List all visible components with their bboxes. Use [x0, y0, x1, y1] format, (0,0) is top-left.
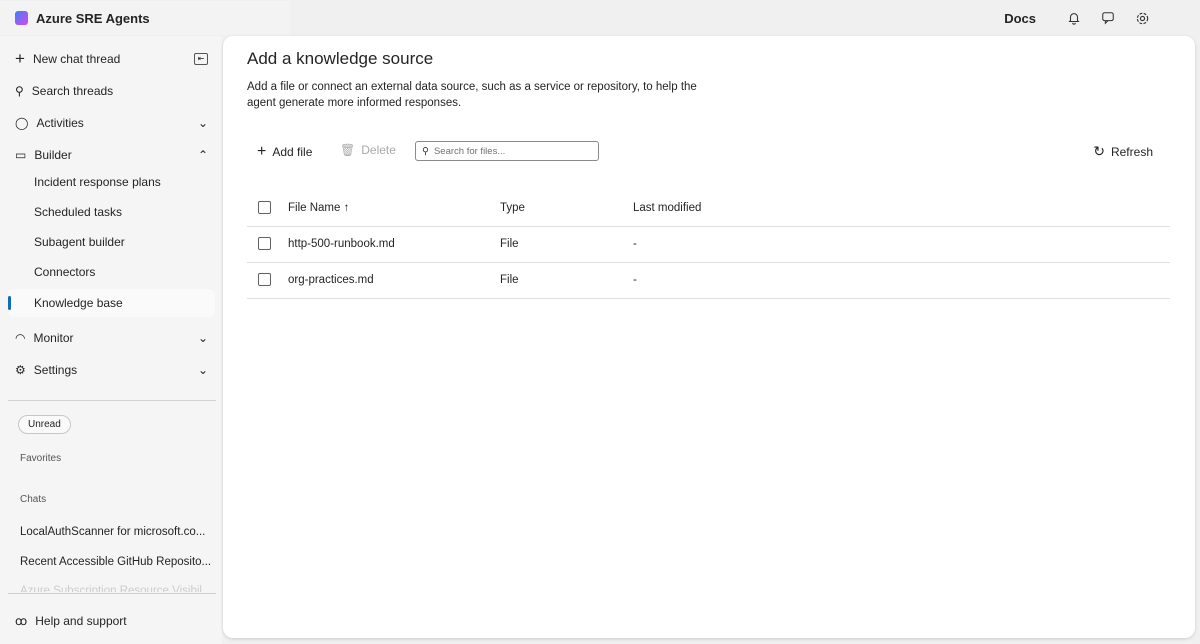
search-files-input[interactable]: ⚲Search for files... [415, 141, 599, 161]
plus-icon: + [15, 49, 25, 69]
sidebar-item-settings[interactable]: ⚙Settings⌄ [8, 355, 216, 385]
chat-item[interactable]: LocalAuthScanner for microsoft.co... [20, 526, 205, 538]
unread-filter[interactable]: Unread [18, 415, 71, 434]
chat-item[interactable]: Recent Accessible GitHub Reposito... [20, 556, 211, 568]
people-icon: ꝏ [15, 614, 27, 628]
column-type[interactable]: Type [500, 202, 525, 214]
trash-icon: 🗑 [340, 143, 355, 157]
briefcase-icon: ▭ [15, 148, 26, 162]
sidebar-item-scheduled-tasks[interactable]: Scheduled tasks [8, 198, 215, 226]
row-checkbox[interactable] [258, 273, 271, 286]
column-last-modified[interactable]: Last modified [633, 202, 701, 214]
files-table: File Name ↑ Type Last modified http-500-ru… [247, 191, 1170, 299]
new-chat-button[interactable]: +New chat thread⇤ [8, 44, 216, 74]
chats-label: Chats [20, 494, 46, 505]
row-checkbox[interactable] [258, 237, 271, 250]
gear-icon[interactable] [1134, 10, 1150, 26]
search-icon: ⚲ [15, 84, 24, 98]
plus-icon: + [257, 143, 266, 161]
chevron-down-icon: ⌄ [198, 363, 208, 377]
help-support-button[interactable]: ꝏHelp and support [8, 606, 216, 636]
favorites-label: Favorites [20, 453, 61, 464]
sidebar: +New chat thread⇤ ⚲Search threads ◯Activ… [0, 36, 222, 644]
chevron-down-icon: ⌄ [198, 116, 208, 130]
bell-icon[interactable] [1066, 10, 1082, 26]
table-row[interactable]: org-practices.mdFile- [247, 263, 1170, 299]
top-bar: Azure SRE Agents Docs [0, 0, 1200, 36]
search-icon: ⚲ [422, 146, 429, 157]
table-header: File Name ↑ Type Last modified [247, 191, 1170, 227]
refresh-button[interactable]: ↻Refresh [1093, 143, 1153, 160]
divider [8, 400, 216, 401]
app-title: Azure SRE Agents [36, 11, 150, 26]
chevron-down-icon: ⌄ [198, 331, 208, 345]
sidebar-item-subagent-builder[interactable]: Subagent builder [8, 228, 215, 256]
sidebar-item-builder[interactable]: ▭Builder⌃ [8, 140, 216, 170]
table-row[interactable]: http-500-runbook.mdFile- [247, 227, 1170, 263]
refresh-icon: ↻ [1093, 143, 1105, 160]
collapse-sidebar-icon[interactable]: ⇤ [194, 53, 208, 65]
eye-icon: ◠ [15, 331, 25, 345]
add-file-button[interactable]: +Add file [257, 143, 312, 161]
chat-bubble-icon: ◯ [15, 116, 28, 130]
column-file-name[interactable]: File Name ↑ [288, 202, 349, 214]
sidebar-item-activities[interactable]: ◯Activities⌄ [8, 108, 216, 138]
docs-link[interactable]: Docs [1004, 11, 1036, 26]
search-threads-button[interactable]: ⚲Search threads [8, 76, 216, 106]
sidebar-item-knowledge-base[interactable]: Knowledge base [8, 289, 215, 317]
chat-item[interactable]: Azure Subscription Resource Visibil... [20, 585, 212, 592]
chevron-up-icon: ⌃ [198, 148, 208, 162]
divider [8, 593, 216, 594]
brand: Azure SRE Agents [0, 1, 290, 35]
sidebar-item-monitor[interactable]: ◠Monitor⌄ [8, 323, 216, 353]
page-title: Add a knowledge source [247, 49, 433, 69]
app-logo-icon [15, 11, 28, 25]
feedback-icon[interactable] [1100, 10, 1116, 26]
main-panel: Add a knowledge source Add a file or con… [223, 36, 1195, 638]
page-description: Add a file or connect an external data s… [247, 79, 717, 111]
sidebar-item-incident-response-plans[interactable]: Incident response plans [8, 168, 215, 196]
delete-button[interactable]: 🗑Delete [340, 143, 396, 157]
select-all-checkbox[interactable] [258, 201, 271, 214]
sidebar-item-connectors[interactable]: Connectors [8, 258, 215, 286]
gear-icon: ⚙ [15, 363, 26, 377]
